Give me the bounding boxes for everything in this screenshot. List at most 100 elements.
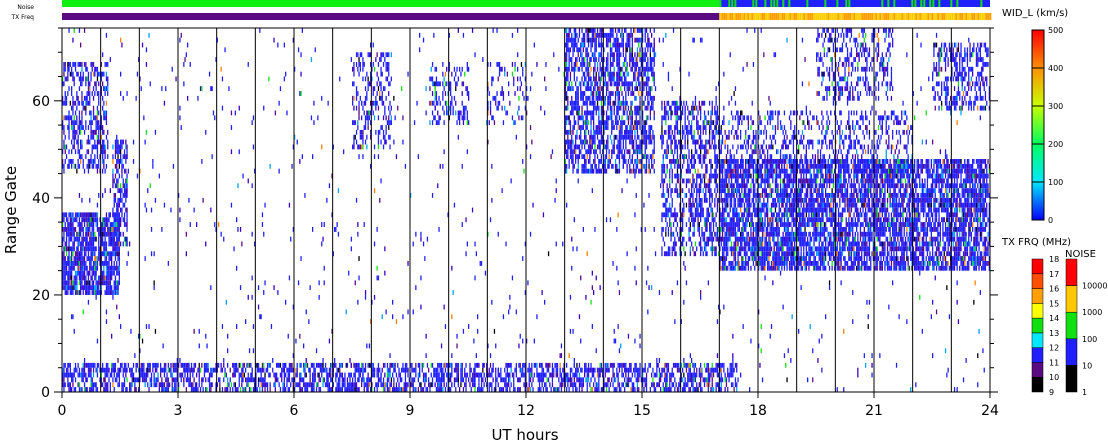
echo-cell [730,202,733,208]
echo-cell [587,168,590,174]
echo-cell [759,246,761,252]
echo-cell [816,163,818,169]
echo-cell [450,105,452,111]
echo-cell [102,129,104,135]
echo-cell [697,202,699,208]
echo-cell [599,139,601,145]
echo-cell [644,28,646,33]
echo-cell [661,134,663,140]
echo-cell [103,115,105,121]
echo-cell [90,222,92,227]
echo-cell [103,159,105,164]
echo-cell [777,261,779,266]
echo-cell [353,105,355,111]
echo-cell [91,290,93,295]
echo-cell [585,149,587,155]
echo-cell [706,197,708,203]
echo-cell [782,202,784,208]
echo-cell [769,231,771,237]
echo-cell [694,149,697,155]
echo-cell [799,168,801,174]
echo-cell [612,28,614,33]
txfreq-bar-segment [819,13,822,20]
echo-cell [676,125,679,130]
echo-cell [661,168,663,174]
txfreq-bar-segment [729,13,732,20]
echo-cell [585,52,587,58]
echo-cell [114,144,117,150]
echo-cell [648,42,650,48]
echo-cell [778,168,780,174]
echo-cell [755,231,757,237]
echo-cell [703,115,706,121]
echo-cell [123,154,126,160]
echo-cell [743,227,746,232]
echo-cell [591,81,593,87]
txfreq-bar-segment [937,13,940,20]
echo-cell [630,125,632,130]
echo-cell [621,154,623,160]
echo-cell [769,222,771,227]
echo-cell [575,28,577,33]
echo-cell [767,246,769,252]
echo-cell [662,183,664,189]
echo-cell [788,246,791,252]
echo-cell [705,173,707,179]
echo-cell [575,42,577,48]
txfreq-bar-segment [963,13,966,20]
echo-cell [96,139,99,145]
echo-cell [764,163,766,169]
echo-cell [78,62,81,67]
echo-cell [98,246,100,252]
echo-cell [693,163,695,169]
echo-cell [783,207,786,213]
echo-cell [631,32,633,38]
echo-cell [818,188,820,194]
echo-cell [117,227,119,232]
echo-cell [593,52,595,58]
echo-cell [71,275,73,281]
echo-cell [613,52,615,58]
echo-cell [376,81,378,87]
echo-cell [587,37,590,43]
echo-cell [373,100,376,106]
echo-cell [611,47,613,53]
echo-cell [353,120,355,126]
echo-cell [595,129,597,135]
echo-cell [721,227,724,232]
echo-cell [114,173,117,179]
echo-cell [698,193,700,198]
echo-cell [772,236,774,242]
echo-cell [78,236,81,242]
echo-cell [683,207,685,213]
echo-cell [790,178,792,184]
echo-cell [566,115,568,121]
echo-cell [568,32,570,38]
echo-cell [791,197,793,203]
echo-cell [80,125,82,130]
noise-bar-segment [728,0,731,7]
echo-cell [770,207,773,213]
echo-cell [729,173,731,179]
echo-cell [734,222,737,227]
echo-cell [644,57,646,62]
txfreq-bar-segment [757,13,760,20]
noise-bar-segment [752,0,755,7]
echo-cell [611,91,613,96]
noise-bar-segment [950,0,953,7]
echo-cell [73,134,75,140]
echo-cell [721,251,724,257]
echo-cell [645,163,648,169]
echo-cell [663,100,666,106]
echo-cell [112,236,114,242]
echo-cell [118,173,120,179]
echo-cell [783,173,786,179]
echo-cell [63,115,65,121]
echo-cell [817,159,819,164]
echo-cell [767,256,769,261]
echo-cell [770,168,773,174]
txfreq-bar-segment [747,13,750,20]
echo-cell [643,71,645,77]
echo-cell [89,217,91,223]
echo-cell [96,217,99,223]
